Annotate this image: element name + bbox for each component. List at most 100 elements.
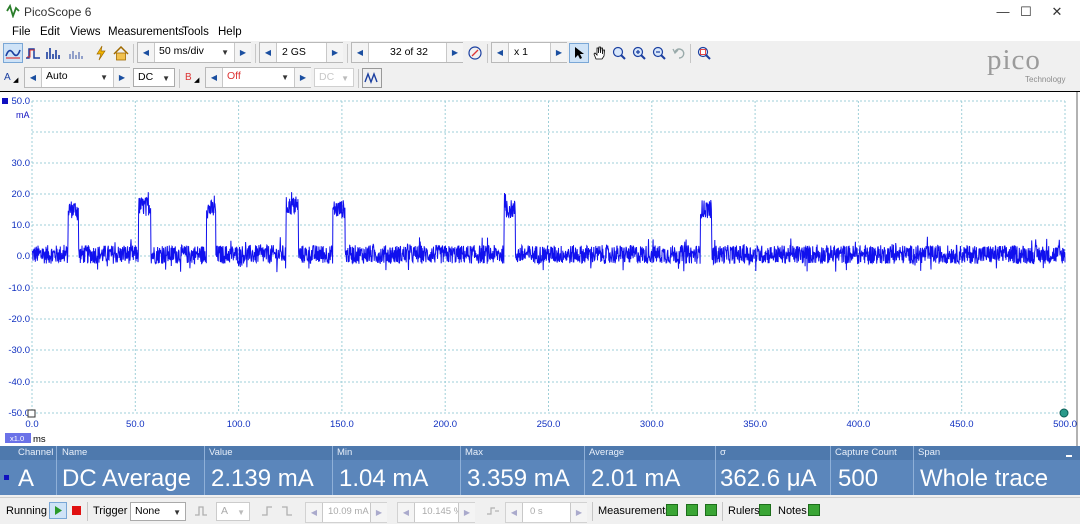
spectrum-view-icon[interactable] bbox=[66, 43, 86, 63]
measurement-channel: A bbox=[18, 465, 35, 492]
trigger-position-increase-button[interactable]: ▶ bbox=[458, 503, 475, 522]
timebase-decrease-button[interactable]: ◀ bbox=[138, 43, 155, 62]
ruler-handle[interactable] bbox=[1059, 408, 1069, 418]
buffer-position[interactable]: 32 of 32 bbox=[390, 46, 428, 58]
trigger-mode-select[interactable]: None ▼ bbox=[130, 502, 186, 521]
persistence-mode-icon[interactable] bbox=[23, 43, 43, 63]
timebase-control: ◀ 50 ms/div ▼ ▶ bbox=[137, 42, 251, 63]
notes-button[interactable] bbox=[808, 504, 820, 516]
col-min-header[interactable]: Min bbox=[337, 447, 352, 458]
trigger-delay-control: ◀ 0 s ▶ bbox=[505, 502, 587, 523]
channel-a-range-select[interactable]: Auto ▼ bbox=[42, 68, 112, 87]
menu-file[interactable]: File bbox=[12, 26, 31, 38]
trigger-position-decrease-button[interactable]: ◀ bbox=[398, 503, 415, 522]
y-tick-label: -10.0 bbox=[8, 283, 30, 294]
channel-b-label[interactable]: B bbox=[185, 72, 192, 83]
zoom-increase-button[interactable]: ▶ bbox=[550, 43, 567, 62]
menu-measurements[interactable]: Measurements bbox=[108, 26, 184, 38]
trigger-channel-value: A bbox=[221, 505, 229, 517]
chevron-down-icon: ▼ bbox=[281, 73, 289, 82]
timebase-select[interactable]: 50 ms/div ▼ bbox=[155, 43, 233, 62]
rulers-settings-button[interactable] bbox=[759, 504, 771, 516]
trigger-level-value[interactable]: 10.09 mA bbox=[328, 506, 369, 517]
scope-plot[interactable]: 50.0 30.0 20.0 10.0 0.0 -10.0 -20.0 -30.0 -40.0 -… bbox=[0, 92, 1080, 447]
stop-button[interactable] bbox=[72, 506, 81, 515]
scope-mode-icon[interactable] bbox=[3, 43, 23, 63]
zoom-overview-icon[interactable] bbox=[694, 43, 714, 63]
col-sigma-header[interactable]: σ bbox=[720, 447, 726, 458]
channel-a-label[interactable]: A bbox=[4, 72, 11, 83]
spectrum-mode-icon[interactable] bbox=[43, 43, 63, 63]
channel-b-range-increase-button[interactable]: ▶ bbox=[294, 68, 311, 87]
zoom-out-icon[interactable] bbox=[649, 43, 669, 63]
add-measurement-button[interactable] bbox=[666, 504, 678, 516]
samples-decrease-button[interactable]: ◀ bbox=[260, 43, 277, 62]
col-capture-count-header[interactable]: Capture Count bbox=[835, 447, 897, 458]
samples-value[interactable]: 2 GS bbox=[282, 46, 306, 58]
channel-b-range-value: Off bbox=[227, 70, 241, 82]
channel-a-marker[interactable] bbox=[2, 98, 8, 104]
pre-trigger-icon[interactable] bbox=[483, 501, 503, 521]
buffer-overview-icon[interactable] bbox=[465, 43, 485, 63]
x-tick-label: 450.0 bbox=[950, 419, 974, 430]
samples-increase-button[interactable]: ▶ bbox=[326, 43, 343, 62]
edit-measurement-button[interactable] bbox=[686, 504, 698, 516]
home-icon[interactable] bbox=[111, 43, 131, 63]
col-value-header[interactable]: Value bbox=[209, 447, 233, 458]
undo-zoom-icon[interactable] bbox=[669, 43, 689, 63]
advanced-trigger-icon[interactable] bbox=[191, 501, 211, 521]
falling-edge-icon[interactable] bbox=[277, 501, 297, 521]
channel-b-range-control: ◀ Off ▼ ▶ bbox=[205, 67, 311, 88]
channel-a-range-decrease-button[interactable]: ◀ bbox=[25, 68, 42, 87]
menu-views[interactable]: Views bbox=[70, 26, 100, 38]
collapse-icon[interactable] bbox=[1066, 455, 1072, 457]
col-max-header[interactable]: Max bbox=[465, 447, 483, 458]
trigger-marker[interactable] bbox=[27, 409, 36, 418]
zoom-in-icon[interactable] bbox=[629, 43, 649, 63]
channel-b-range-decrease-button[interactable]: ◀ bbox=[206, 68, 223, 87]
col-average-header[interactable]: Average bbox=[589, 447, 624, 458]
timebase-increase-button[interactable]: ▶ bbox=[234, 43, 251, 62]
channel-b-range-select[interactable]: Off ▼ bbox=[223, 68, 293, 87]
run-button[interactable] bbox=[49, 502, 67, 519]
hand-tool-icon[interactable] bbox=[589, 43, 609, 63]
measurement-capture-count: 500 bbox=[838, 465, 879, 492]
buffer-next-button[interactable]: ▶ bbox=[446, 43, 463, 62]
chevron-down-icon: ▼ bbox=[221, 48, 229, 57]
col-channel-header[interactable]: Channel bbox=[18, 447, 53, 458]
x-unit-label: ms bbox=[33, 434, 46, 445]
trigger-delay-increase-button[interactable]: ▶ bbox=[570, 503, 587, 522]
trigger-position-value[interactable]: 10.145 % bbox=[422, 506, 462, 517]
zoom-decrease-button[interactable]: ◀ bbox=[492, 43, 509, 62]
zoom-value[interactable]: x 1 bbox=[514, 46, 528, 58]
trigger-channel-select[interactable]: A ▼ bbox=[216, 502, 250, 521]
trigger-level-increase-button[interactable]: ▶ bbox=[370, 503, 387, 522]
pico-logo: pico Technology bbox=[985, 44, 1077, 87]
delete-measurement-button[interactable] bbox=[705, 504, 717, 516]
buffer-prev-button[interactable]: ◀ bbox=[352, 43, 369, 62]
select-pointer-icon[interactable] bbox=[569, 43, 589, 63]
rising-edge-icon[interactable] bbox=[257, 501, 277, 521]
trigger-delay-value[interactable]: 0 s bbox=[530, 506, 543, 517]
channel-a-range-increase-button[interactable]: ▶ bbox=[113, 68, 130, 87]
channel-a-trace bbox=[31, 192, 1066, 273]
menu-help[interactable]: Help bbox=[218, 26, 242, 38]
samples-control: ◀ 2 GS ▶ bbox=[259, 42, 343, 63]
menu-tools[interactable]: Tools bbox=[182, 26, 209, 38]
scope-view[interactable]: 50.0 30.0 20.0 10.0 0.0 -10.0 -20.0 -30.0 -40.0 -… bbox=[0, 91, 1080, 447]
x-tick-label: 250.0 bbox=[537, 419, 561, 430]
chevron-down-icon: ▼ bbox=[100, 73, 108, 82]
y-tick-label: 10.0 bbox=[12, 220, 31, 231]
menu-edit[interactable]: Edit bbox=[40, 26, 60, 38]
auto-setup-icon[interactable] bbox=[91, 43, 111, 63]
math-channels-icon[interactable] bbox=[362, 68, 382, 88]
close-button[interactable]: ✕ bbox=[1034, 0, 1080, 23]
channel-b-coupling-select[interactable]: DC ▼ bbox=[314, 68, 354, 87]
col-name-header[interactable]: Name bbox=[62, 447, 87, 458]
trigger-level-decrease-button[interactable]: ◀ bbox=[306, 503, 323, 522]
buffer-navigator: ◀ 32 of 32 ▶ bbox=[351, 42, 463, 63]
col-span-header[interactable]: Span bbox=[918, 447, 940, 458]
trigger-delay-decrease-button[interactable]: ◀ bbox=[506, 503, 523, 522]
zoom-region-icon[interactable] bbox=[609, 43, 629, 63]
channel-a-coupling-select[interactable]: DC ▼ bbox=[133, 68, 175, 87]
